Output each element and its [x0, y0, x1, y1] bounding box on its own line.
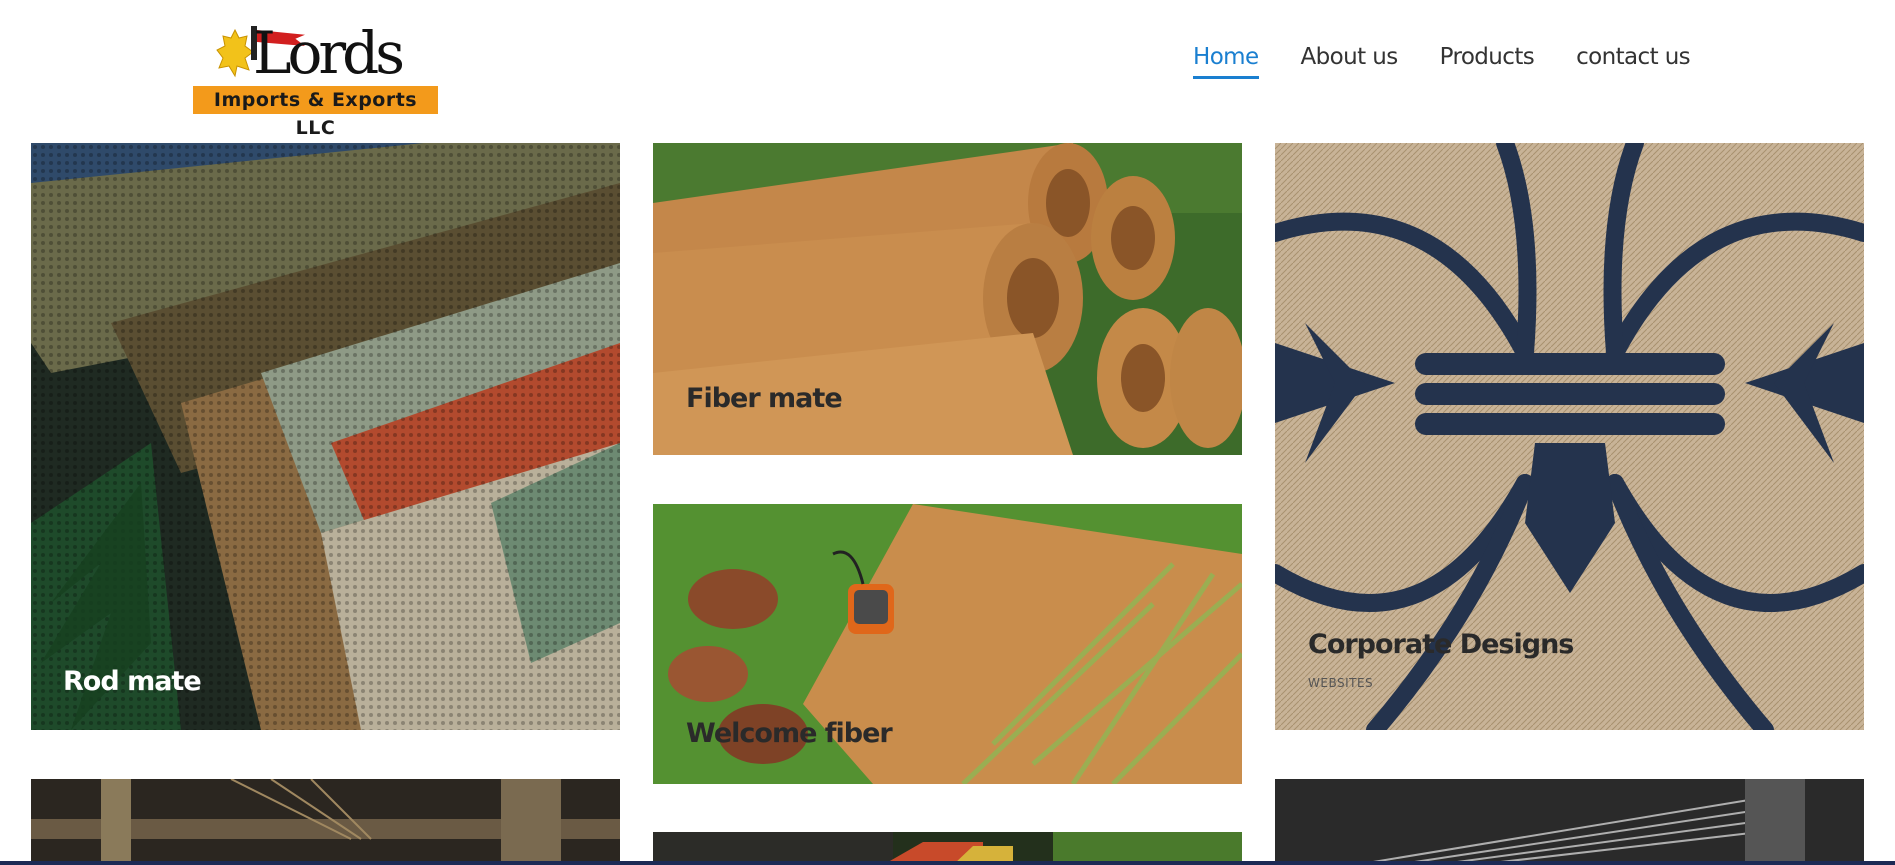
gallery-tile-rod-mate[interactable]: Rod mate [31, 143, 620, 730]
machine-photo [1275, 779, 1864, 865]
gallery-tile-fiber-mate[interactable]: Fiber mate [653, 143, 1242, 455]
tile-subtitle: WEBSITES [1308, 676, 1374, 690]
bottom-border [0, 861, 1895, 865]
tile-title: Welcome fiber [686, 718, 893, 749]
main-nav: Home About us Products contact us [1193, 44, 1691, 79]
nav-home[interactable]: Home [1193, 44, 1259, 79]
tile-title: Corporate Designs [1308, 629, 1574, 660]
gallery-tile-loom[interactable] [31, 779, 620, 865]
gallery-tile-welcome-fiber[interactable]: Welcome fiber [653, 504, 1242, 784]
gallery-tile-corporate-designs[interactable]: Corporate Designs WEBSITES [1275, 143, 1864, 730]
nav-products[interactable]: Products [1440, 44, 1535, 79]
nav-contact-us[interactable]: contact us [1576, 44, 1691, 79]
nav-about-us[interactable]: About us [1301, 44, 1399, 79]
gallery-tile-fiber-machine[interactable] [1275, 779, 1864, 865]
site-logo[interactable]: Lords Imports & Exports LLC [193, 12, 438, 139]
lion-crest-icon [216, 28, 254, 78]
tile-title: Fiber mate [686, 383, 843, 414]
logo-wordmark: Lords [253, 19, 405, 87]
logo-tagline: Imports & Exports LLC [193, 86, 438, 139]
rugs-photo [31, 143, 620, 730]
tile-title: Rod mate [63, 666, 202, 697]
loom-photo [31, 779, 620, 865]
